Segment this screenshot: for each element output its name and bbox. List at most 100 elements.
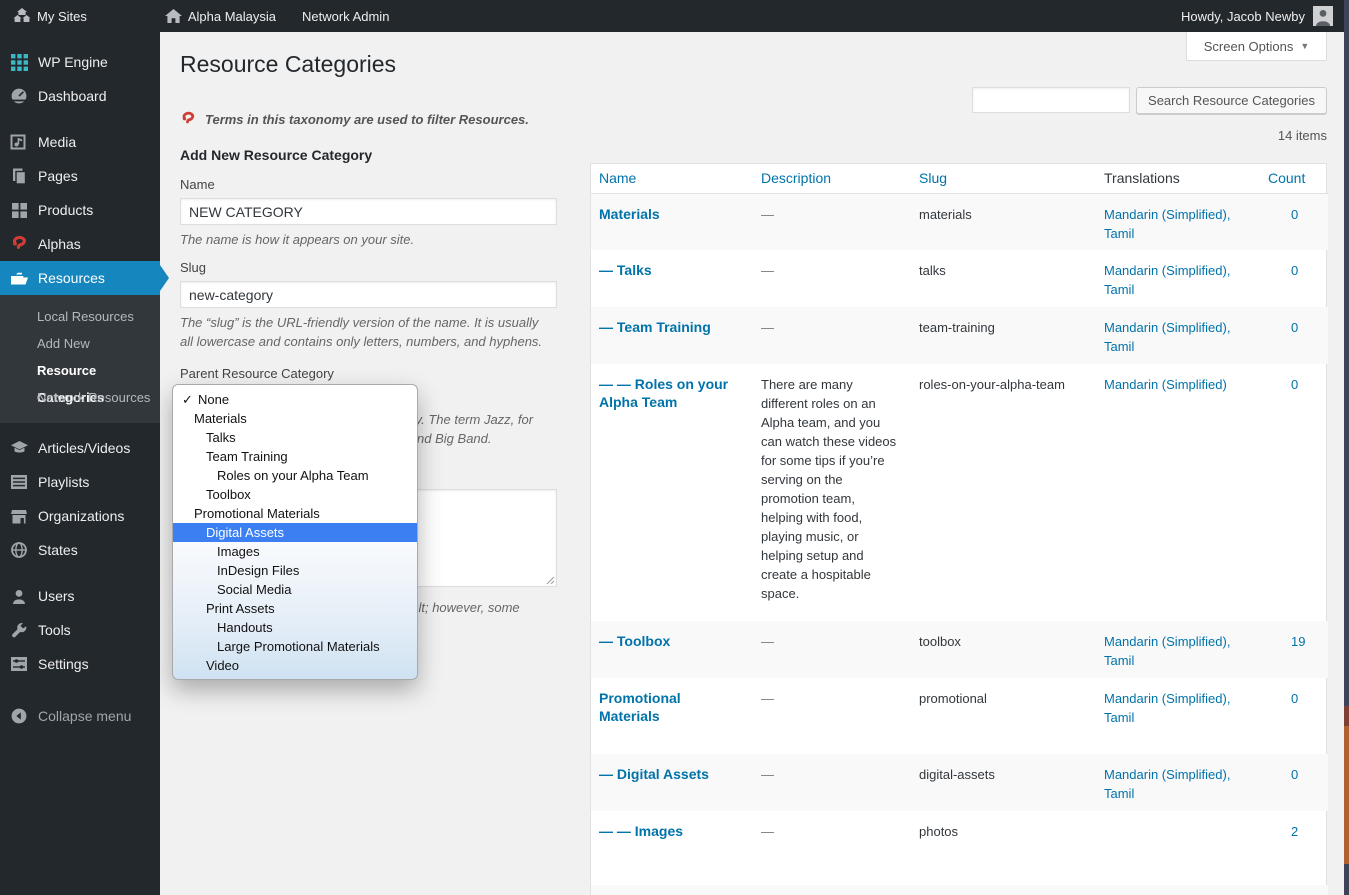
items-count: 14 items — [1277, 128, 1327, 143]
dashboard-icon — [9, 86, 29, 106]
submenu-item-local-resources[interactable]: Local Resources — [0, 303, 160, 330]
sidebar-label: Organizations — [38, 508, 125, 524]
settings-icon — [9, 654, 29, 674]
sidebar-item-products[interactable]: Products — [0, 193, 160, 227]
screen-options-label: Screen Options — [1203, 38, 1294, 54]
products-icon — [9, 200, 29, 220]
table-row-partial — [591, 885, 1328, 895]
dropdown-option-materials[interactable]: Materials — [173, 409, 417, 428]
dropdown-option-video[interactable]: Video — [173, 656, 417, 675]
sidebar-item-users[interactable]: Users — [0, 579, 160, 613]
background-window-sliver — [1344, 0, 1349, 895]
sidebar-label: Users — [38, 588, 75, 604]
sidebar-item-settings[interactable]: Settings — [0, 647, 160, 681]
table-row: — — Images — photos 2 — [599, 823, 1299, 839]
sidebar-label: Media — [38, 134, 77, 150]
graduation-cap-icon — [9, 438, 29, 458]
current-site-menu[interactable]: Alpha Malaysia — [152, 0, 289, 32]
column-header-count: Count — [1249, 164, 1328, 194]
sidebar-item-tools[interactable]: Tools — [0, 613, 160, 647]
network-admin-menu[interactable]: Network Admin — [289, 0, 402, 32]
column-header-translations: Translations — [1094, 164, 1249, 194]
media-icon — [9, 132, 29, 152]
dropdown-option-toolbox[interactable]: Toolbox — [173, 485, 417, 504]
sidebar-label: Products — [38, 202, 94, 218]
avatar[interactable] — [1313, 6, 1333, 26]
dropdown-option-roles-on-your-alpha-team[interactable]: Roles on your Alpha Team — [173, 466, 417, 485]
slug-label: Slug — [180, 260, 207, 275]
submenu-item-network-resources[interactable]: Network Resources — [0, 384, 160, 411]
resource-categories-table: Name Description Slug Translations Count… — [590, 163, 1328, 895]
wrench-icon — [9, 620, 29, 640]
table-row: — Talks — talks Mandarin (Simplified), T… — [599, 262, 1299, 297]
sidebar-item-organizations[interactable]: Organizations — [0, 499, 160, 533]
storefront-icon — [9, 506, 29, 526]
search-resource-categories-button[interactable]: Search Resource Categories — [1136, 87, 1327, 114]
table-header-row: Name Description Slug Translations Count — [591, 164, 1328, 194]
screen-options-button[interactable]: Screen Options ▼ — [1186, 32, 1327, 61]
sidebar-label: Alphas — [38, 236, 81, 252]
submenu-item-add-new[interactable]: Add New — [0, 330, 160, 357]
slug-field[interactable] — [180, 281, 557, 308]
table-row: Promotional Materials — promotional Mand… — [599, 690, 1299, 725]
sidebar-label: Resources — [38, 270, 105, 286]
sidebar-item-media[interactable]: Media — [0, 125, 160, 159]
table-row: — Toolbox — toolbox Mandarin (Simplified… — [591, 621, 1328, 678]
sidebar-label: States — [38, 542, 78, 558]
sidebar-item-articles-videos[interactable]: Articles/Videos — [0, 431, 160, 465]
sidebar-label: Pages — [38, 168, 78, 184]
dropdown-option-social-media[interactable]: Social Media — [173, 580, 417, 599]
submenu-item-resource-categories[interactable]: Resource Categories — [0, 357, 160, 405]
sidebar-item-alphas[interactable]: Alphas — [0, 227, 160, 261]
collapse-menu-button[interactable]: Collapse menu — [0, 699, 160, 733]
main-content: Screen Options ▼ Resource Categories Sea… — [160, 32, 1344, 895]
sidebar-item-pages[interactable]: Pages — [0, 159, 160, 193]
dropdown-option-talks[interactable]: Talks — [173, 428, 417, 447]
wp-engine-icon — [9, 52, 29, 72]
my-sites-label: My Sites — [37, 8, 87, 24]
dropdown-option-indesign-files[interactable]: InDesign Files — [173, 561, 417, 580]
site-name-label: Alpha Malaysia — [187, 8, 276, 24]
globe-icon — [9, 540, 29, 560]
notice-text: Terms in this taxonomy are used to filte… — [205, 111, 529, 127]
pages-icon — [9, 166, 29, 186]
name-field[interactable] — [180, 198, 557, 225]
sidebar-label: Dashboard — [38, 88, 107, 104]
sidebar-item-dashboard[interactable]: Dashboard — [0, 79, 160, 113]
name-help: The name is how it appears on your site. — [180, 232, 415, 247]
my-sites-menu[interactable]: My Sites — [0, 0, 100, 32]
resources-submenu: Local Resources Add New Resource Categor… — [0, 295, 160, 423]
dropdown-option-digital-assets[interactable]: Digital Assets — [173, 523, 417, 542]
dropdown-option-large-promotional-materials[interactable]: Large Promotional Materials — [173, 637, 417, 656]
add-new-heading: Add New Resource Category — [180, 147, 373, 163]
sidebar-label: Collapse menu — [38, 708, 132, 724]
sidebar-label: Articles/Videos — [38, 440, 131, 456]
sidebar-label: WP Engine — [38, 54, 108, 70]
slug-help: The “slug” is the URL-friendly version o… — [180, 315, 543, 349]
dropdown-option-team-training[interactable]: Team Training — [173, 447, 417, 466]
table-row: Materials — materials Mandarin (Simplifi… — [591, 193, 1328, 250]
admin-bar: My Sites Alpha Malaysia Network Admin Ho… — [0, 0, 1344, 32]
dropdown-option-handouts[interactable]: Handouts — [173, 618, 417, 637]
alpha-logo-icon — [180, 111, 196, 127]
network-admin-label: Network Admin — [302, 8, 390, 24]
sidebar-item-resources[interactable]: Resources — [0, 261, 169, 295]
column-header-name: Name — [591, 164, 751, 194]
resize-handle-icon — [546, 576, 555, 585]
dropdown-option-none[interactable]: ✓ None — [173, 390, 417, 409]
dropdown-option-images[interactable]: Images — [173, 542, 417, 561]
folder-icon — [9, 268, 29, 288]
dropdown-option-print-assets[interactable]: Print Assets — [173, 599, 417, 618]
sidebar: WP Engine Dashboard Media Pages Products… — [0, 32, 169, 895]
checkmark-icon: ✓ — [182, 392, 193, 407]
dropdown-option-promotional-materials[interactable]: Promotional Materials — [173, 504, 417, 523]
collapse-arrow-icon — [9, 706, 29, 726]
sidebar-item-states[interactable]: States — [0, 533, 160, 567]
search-input[interactable] — [972, 87, 1130, 113]
alpha-logo-icon — [9, 234, 29, 254]
column-header-slug: Slug — [909, 164, 1094, 194]
sidebar-item-playlists[interactable]: Playlists — [0, 465, 160, 499]
taxonomy-notice: Terms in this taxonomy are used to filte… — [180, 111, 529, 127]
howdy-label[interactable]: Howdy, Jacob Newby — [1181, 9, 1305, 24]
sidebar-item-wp-engine[interactable]: WP Engine — [0, 45, 160, 79]
